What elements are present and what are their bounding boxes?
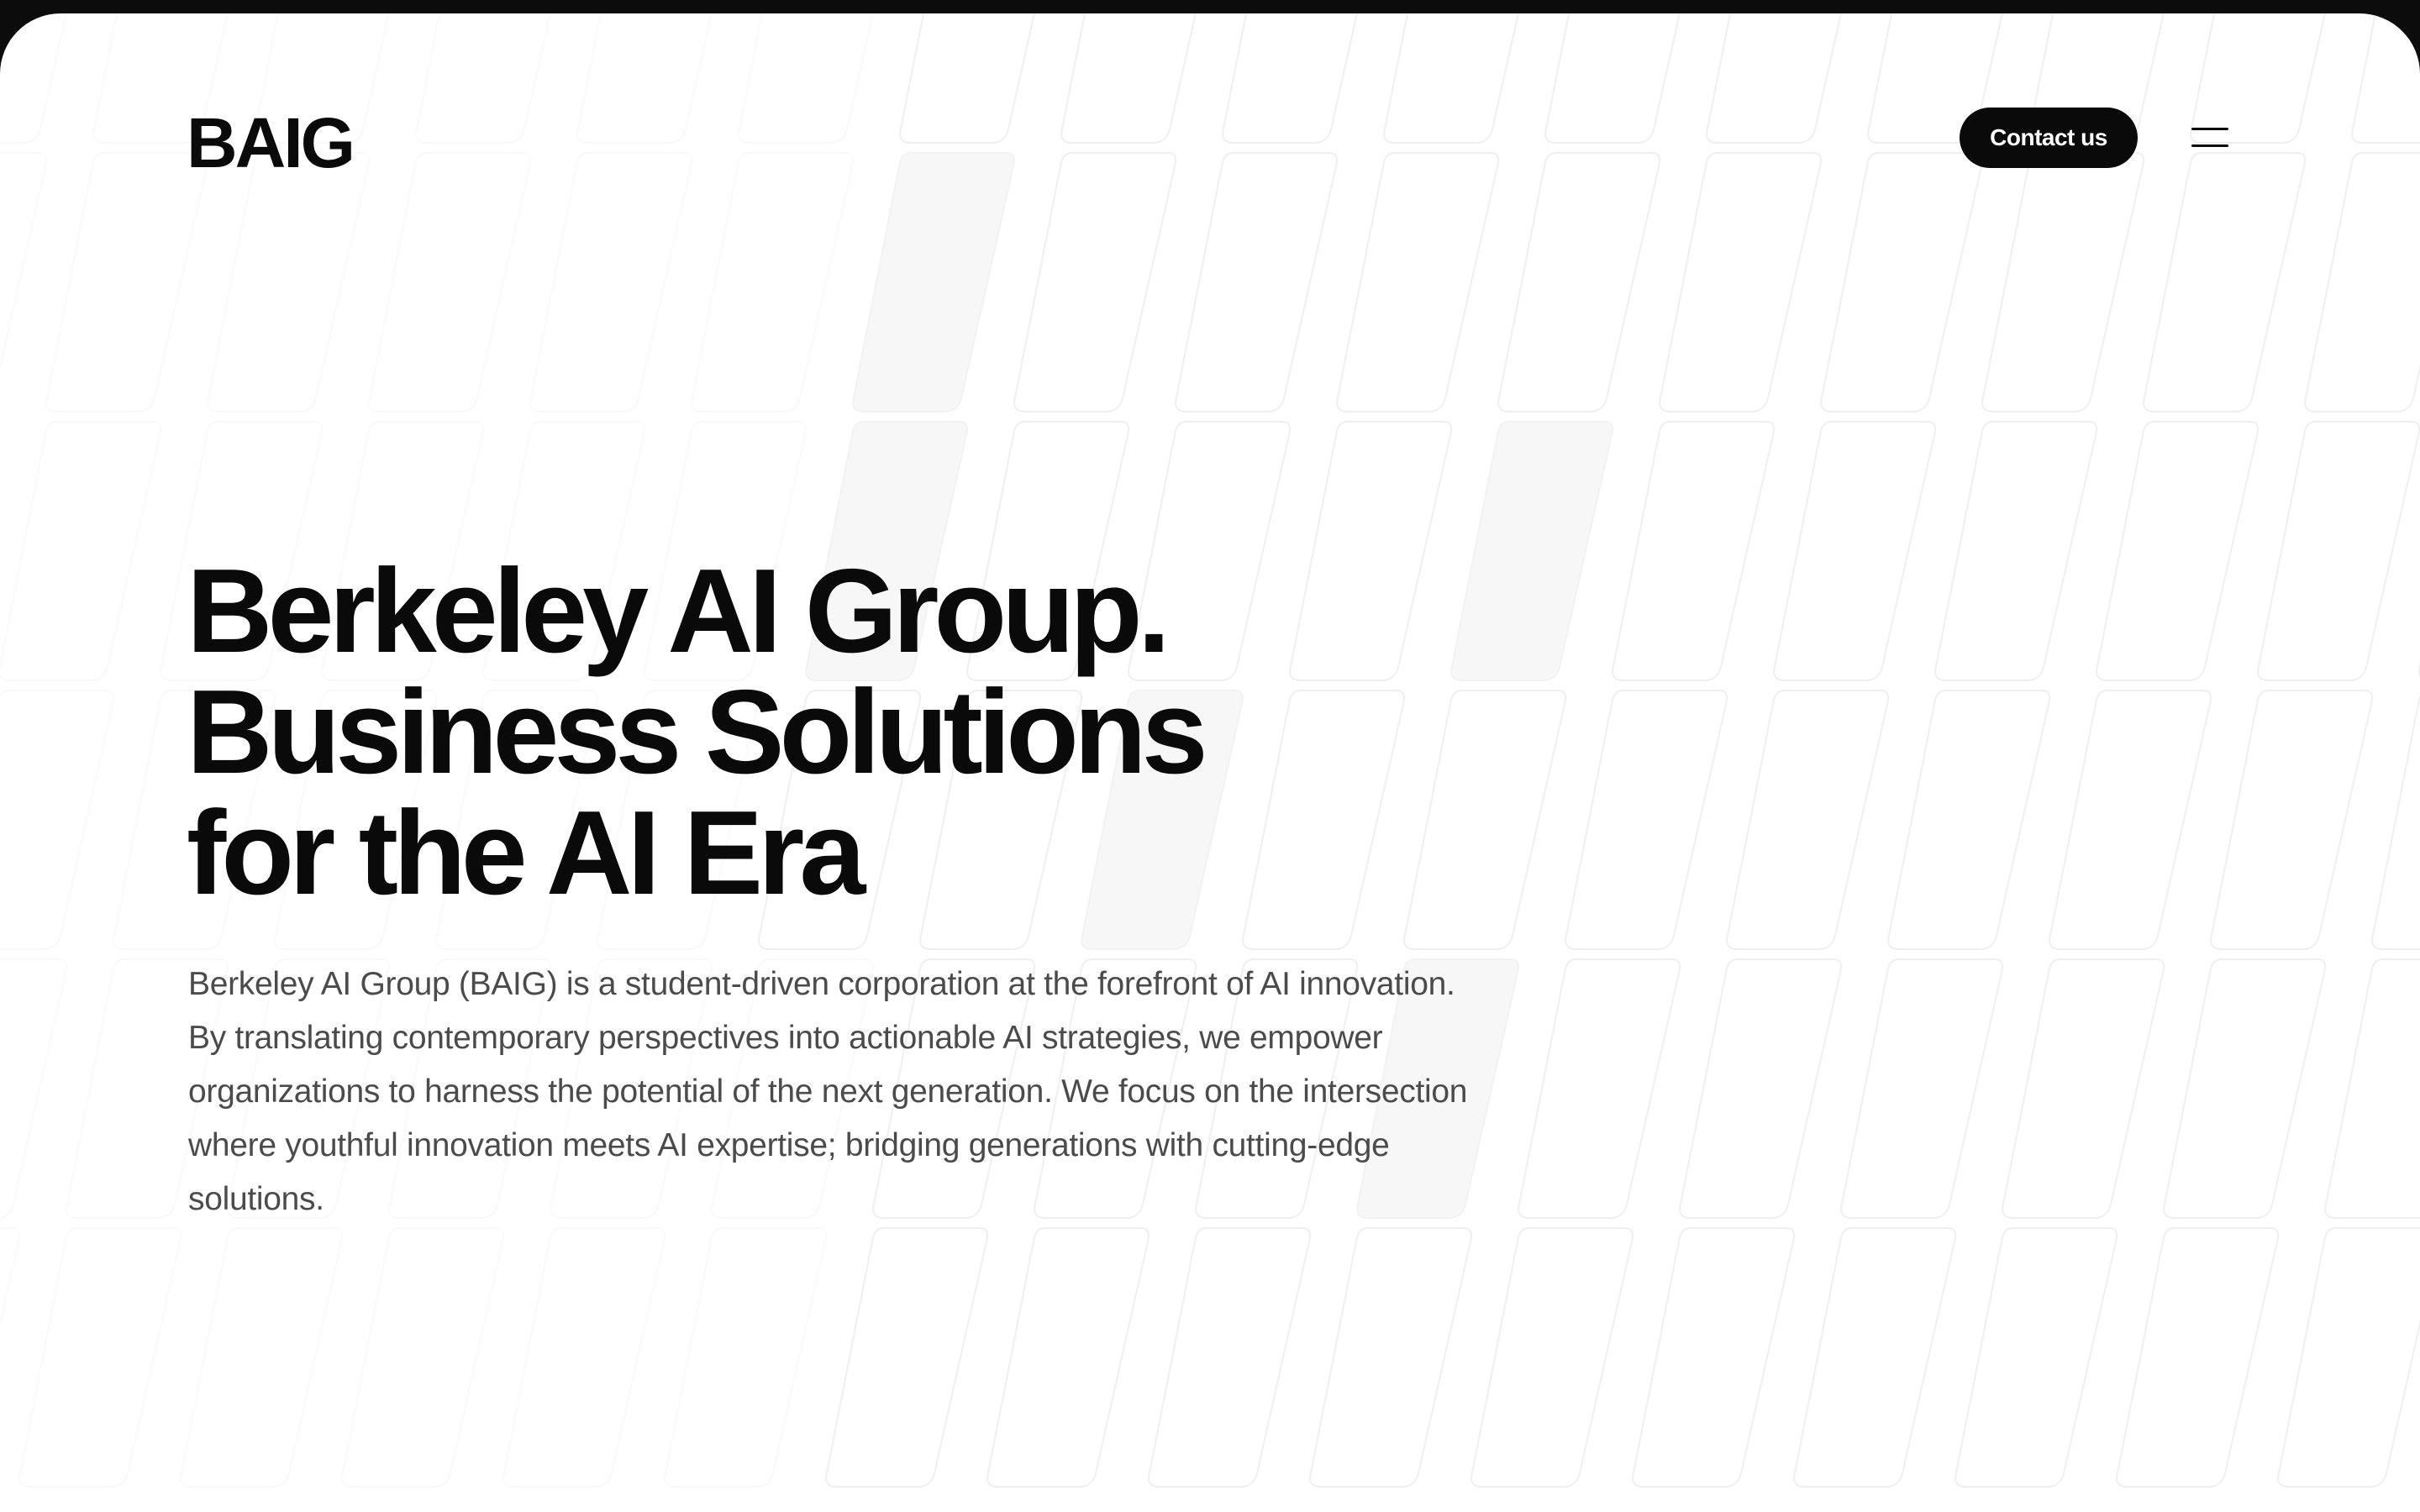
pattern-cell	[1175, 152, 1338, 412]
contact-us-button[interactable]: Contact us	[1960, 108, 2138, 168]
pattern-cell	[1544, 13, 1681, 144]
pattern-cell	[2257, 421, 2420, 681]
pattern-cell	[1954, 1227, 2118, 1488]
contact-us-label: Contact us	[1990, 124, 2107, 150]
pattern-cell	[691, 152, 854, 412]
pattern-cell	[529, 152, 692, 412]
pattern-cell	[2351, 13, 2420, 144]
pattern-cell	[2143, 152, 2306, 412]
pattern-cell	[2163, 958, 2326, 1219]
pattern-cell	[1013, 152, 1176, 412]
pattern-cell	[207, 152, 370, 412]
pattern-cell	[1470, 1227, 1634, 1488]
pattern-cell	[1887, 690, 2050, 950]
pattern-cell	[2116, 1227, 2279, 1488]
pattern-cell	[0, 1227, 20, 1328]
pattern-cell	[2049, 690, 2212, 950]
pattern-cell	[1336, 152, 1499, 412]
pattern-cell	[1060, 13, 1197, 144]
pattern-cell	[1934, 421, 2097, 681]
pattern-cell	[825, 1227, 988, 1488]
pattern-cell	[1840, 958, 2003, 1219]
pattern-cell	[1450, 421, 1613, 681]
pattern-cell	[0, 690, 114, 950]
pattern-cell	[415, 13, 552, 144]
pattern-cell	[0, 152, 47, 372]
pattern-cell	[2304, 152, 2420, 412]
pattern-cell	[1497, 152, 1660, 412]
hero-title-line: for the AI Era	[187, 786, 865, 920]
logo[interactable]: BAIG	[187, 101, 355, 185]
pattern-cell	[1518, 958, 1681, 1219]
page: BAIG Contact us Berkeley AI Group. Busin…	[0, 13, 2420, 1512]
pattern-cell	[1820, 152, 1983, 412]
pattern-cell	[1565, 690, 1728, 950]
pattern-cell	[664, 1227, 827, 1488]
pattern-cell	[1383, 13, 1520, 144]
pattern-cell	[45, 152, 208, 412]
pattern-cell	[1632, 1227, 1795, 1488]
pattern-cell	[1403, 690, 1566, 950]
pattern-cell	[2002, 958, 2165, 1219]
pattern-cell	[502, 1227, 666, 1488]
pattern-cell	[1793, 1227, 1956, 1488]
pattern-cell	[1706, 13, 1843, 144]
pattern-cell	[576, 13, 713, 144]
pattern-cell	[0, 958, 67, 1219]
pattern-cell	[341, 1227, 504, 1488]
pattern-cell	[2190, 13, 2327, 144]
pattern-cell	[1242, 690, 1405, 950]
pattern-cell	[1222, 13, 1359, 144]
pattern-cell	[899, 13, 1036, 144]
hero-title-line: Business Solutions	[187, 665, 1208, 799]
pattern-cell	[1659, 152, 1822, 412]
hero-description: Berkeley AI Group (BAIG) is a student-dr…	[188, 966, 1468, 1217]
pattern-cell	[1679, 958, 1842, 1219]
hero-title: Berkeley AI Group. Business Solutions fo…	[187, 544, 1208, 920]
pattern-cell	[1726, 690, 1889, 950]
pattern-cell	[1612, 421, 1775, 681]
menu-button[interactable]	[2191, 126, 2228, 150]
pattern-cell	[1309, 1227, 1472, 1488]
pattern-cell	[0, 421, 161, 681]
hero-title-line: Berkeley AI Group.	[187, 544, 1171, 678]
pattern-cell	[2324, 958, 2420, 1219]
pattern-cell	[180, 1227, 343, 1488]
pattern-cell	[1148, 1227, 1311, 1488]
pattern-cell	[1981, 152, 2144, 412]
pattern-cell	[2210, 690, 2373, 950]
pattern-cell	[852, 152, 1015, 412]
pattern-cell	[986, 1227, 1150, 1488]
pattern-cell	[738, 13, 875, 144]
pattern-cell	[2277, 1227, 2420, 1488]
pattern-cell	[2371, 695, 2420, 950]
pattern-cell	[18, 1227, 182, 1488]
pattern-cell	[2096, 421, 2259, 681]
pattern-cell	[1773, 421, 1936, 681]
pattern-cell	[1289, 421, 1452, 681]
pattern-cell	[0, 13, 68, 144]
pattern-cell	[368, 152, 531, 412]
